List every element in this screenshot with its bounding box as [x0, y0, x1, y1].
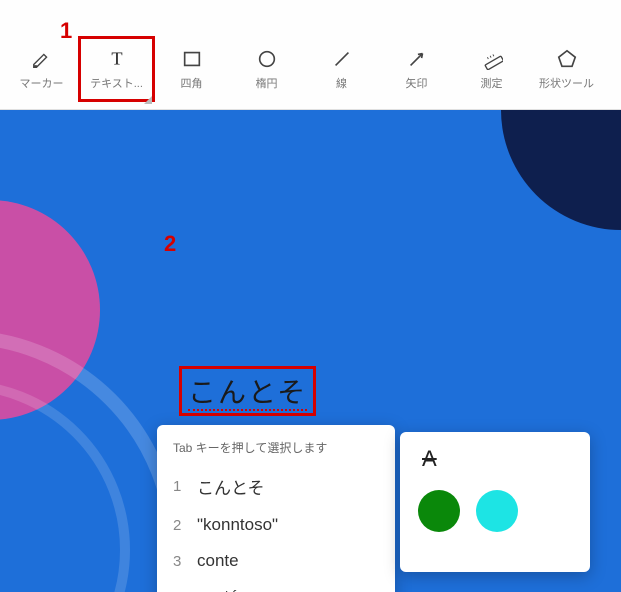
rectangle-icon [180, 47, 204, 71]
line-icon [330, 47, 354, 71]
bg-circle-dark [501, 110, 621, 230]
tool-measure[interactable]: 測定 [454, 37, 529, 101]
canvas-area[interactable]: こんとそ Tab キーを押して選択します 1 こんとそ 2 "konntoso"… [0, 110, 621, 592]
ime-candidate-number: 3 [173, 553, 185, 570]
tool-label: 四角 [181, 75, 203, 91]
annotation-toolbar: マーカー T テキスト... 四角 楕円 線 矢印 [0, 0, 621, 110]
ime-candidate-text: conté [197, 587, 239, 592]
tool-label: テキスト... [90, 75, 143, 91]
tool-label: マーカー [20, 75, 64, 91]
tool-shapes[interactable]: 形状ツール [529, 37, 604, 101]
strikethrough-button[interactable]: A [422, 446, 437, 472]
tool-label: 線 [336, 75, 347, 91]
tool-marker[interactable]: マーカー [4, 37, 79, 101]
resize-corner-icon [144, 91, 152, 99]
ime-candidate[interactable]: 1 こんとそ [157, 466, 395, 507]
ime-candidate[interactable]: 3 conte [157, 543, 395, 579]
ime-candidate-text: こんとそ [197, 474, 265, 499]
tool-rectangle[interactable]: 四角 [154, 37, 229, 101]
pentagon-icon [555, 47, 579, 71]
color-swatch-cyan[interactable] [476, 490, 518, 532]
tool-label: 楕円 [256, 75, 278, 91]
tool-arrow[interactable]: 矢印 [379, 37, 454, 101]
ellipse-icon [255, 47, 279, 71]
ime-candidate-text: "konntoso" [197, 515, 278, 535]
ime-candidate-number: 2 [173, 517, 185, 534]
arrow-icon [405, 47, 429, 71]
text-icon: T [105, 47, 129, 71]
ime-candidate-popup: Tab キーを押して選択します 1 こんとそ 2 "konntoso" 3 co… [157, 425, 395, 592]
tool-line[interactable]: 線 [304, 37, 379, 101]
color-swatch-green[interactable] [418, 490, 460, 532]
tool-label: 矢印 [406, 75, 428, 91]
svg-text:T: T [111, 49, 122, 69]
callout-1: 1 [60, 18, 72, 44]
ime-candidate-number: 4 [173, 589, 185, 592]
ime-candidate[interactable]: 2 "konntoso" [157, 507, 395, 543]
ime-candidate-text: conte [197, 551, 239, 571]
tool-label: 測定 [481, 75, 503, 91]
marker-icon [30, 47, 54, 71]
callout-2: 2 [164, 231, 176, 257]
tool-text[interactable]: T テキスト... [79, 37, 154, 101]
ime-candidate-number: 1 [173, 478, 185, 495]
ruler-icon [480, 47, 504, 71]
ime-hint: Tab キーを押して選択します [157, 435, 395, 466]
tool-ellipse[interactable]: 楕円 [229, 37, 304, 101]
text-input-box[interactable]: こんとそ [179, 366, 316, 416]
typed-text: こんとそ [188, 378, 307, 411]
tool-label: 形状ツール [539, 75, 594, 91]
text-format-popup: A [400, 432, 590, 572]
ime-candidate[interactable]: 4 conté [157, 579, 395, 592]
